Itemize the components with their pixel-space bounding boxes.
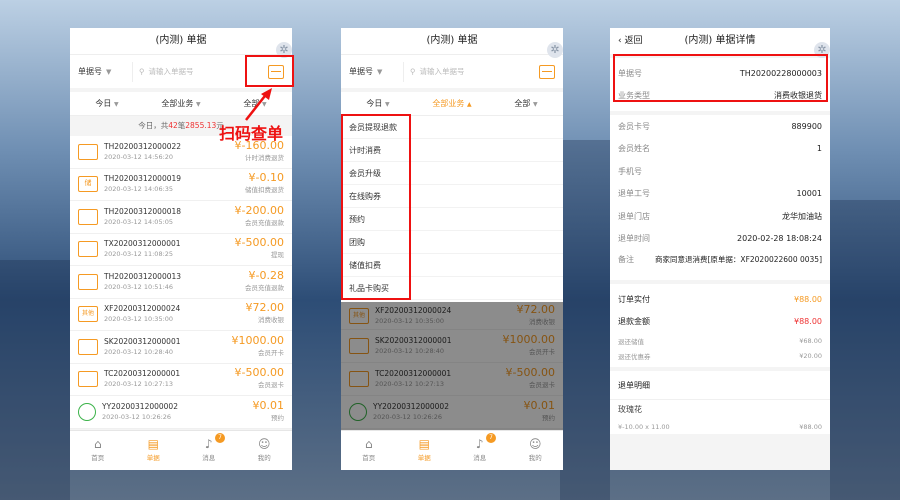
- search-bar: 单据号 ▼ ⚲ 请输入单据号: [341, 54, 563, 88]
- card-icon: [78, 241, 98, 258]
- amount-card: 订单实付 ¥88.00 退款金额 ¥88.00 退还储值 ¥68.00 退还优惠券 ¥2…: [610, 284, 830, 367]
- list-item[interactable]: TH20200312000018 2020-03-12 14:05:05 ¥-200…: [70, 201, 292, 234]
- highlight-box-dropdown: [341, 114, 411, 300]
- message-badge: 7: [215, 433, 225, 443]
- card-icon: [78, 208, 98, 225]
- search-type-select[interactable]: 单据号 ▼: [349, 66, 403, 77]
- filter-business[interactable]: 全部业务 ▲: [415, 98, 489, 109]
- filter-date[interactable]: 今日 ▼: [341, 98, 415, 109]
- search-icon: ⚲: [410, 67, 416, 76]
- field-member-card: 会员卡号 889900: [618, 121, 822, 131]
- background-building: [830, 200, 900, 500]
- field-store: 退单门店 龙华加油站: [618, 211, 822, 221]
- scan-icon[interactable]: [539, 64, 555, 79]
- card-icon: [78, 273, 98, 290]
- field-paid: 订单实付 ¥88.00: [618, 294, 822, 304]
- field-refund-time: 退单时间 2020-02-28 18:08:24: [618, 234, 822, 244]
- tab-bills[interactable]: ▤ 单据: [397, 431, 453, 470]
- home-icon: ⌂: [93, 437, 102, 451]
- list-item[interactable]: YY20200312000002 2020-03-12 10:26:26 ¥0.01…: [70, 396, 292, 429]
- detail-item-line: ¥-10.00 x 11.00 ¥88.00: [618, 422, 822, 431]
- search-icon: ⚲: [139, 67, 145, 76]
- message-badge: 7: [486, 433, 496, 443]
- list-item[interactable]: TH20200312000013 2020-03-12 10:51:46 ¥-0.2…: [70, 266, 292, 299]
- tab-home[interactable]: ⌂ 首页: [341, 431, 397, 470]
- search-input[interactable]: ⚲ 请输入单据号: [403, 61, 539, 82]
- tab-messages[interactable]: ♪ 消息 7: [452, 431, 508, 470]
- user-icon: ☺: [257, 437, 271, 451]
- page-title: (内测) 单据: [341, 28, 563, 54]
- bell-icon: ♪: [475, 437, 484, 451]
- detail-card: 退单明细 玫瑰花 ¥-10.00 x 11.00 ¥88.00: [610, 371, 830, 434]
- tab-mine[interactable]: ☺ 我的: [237, 431, 293, 470]
- page-title: (内测) 单据: [70, 28, 292, 54]
- field-refund: 退款金额 ¥88.00: [618, 317, 822, 327]
- list-item[interactable]: 其他 XF20200312000024 2020-03-12 10:35:00 ¥72…: [70, 299, 292, 331]
- back-button[interactable]: ‹ 返回: [618, 28, 642, 54]
- page-title: (内测) 单据详情: [684, 35, 756, 46]
- highlight-box-scan: [245, 55, 294, 87]
- field-refund-stored: 退还储值 ¥68.00: [618, 336, 822, 346]
- tab-bar: ⌂ 首页 ▤ 单据 ♪ 消息 7 ☺ 我的: [341, 430, 563, 470]
- home-icon: ⌂: [364, 437, 373, 451]
- field-member-name: 会员姓名 1: [618, 144, 822, 154]
- other-icon: 其他: [78, 306, 98, 323]
- annotation-text: 扫码查单: [219, 124, 284, 143]
- header: ‹ 返回 (内测) 单据详情: [610, 28, 830, 54]
- bell-icon: ♪: [204, 437, 213, 451]
- tab-bar: ⌂ 首页 ▤ 单据 ♪ 消息 7 ☺ 我的: [70, 430, 292, 470]
- highlight-box-detail: [613, 54, 828, 102]
- tab-bills[interactable]: ▤ 单据: [126, 431, 182, 470]
- detail-item-name: 玫瑰花: [610, 399, 830, 419]
- card-icon: [78, 338, 98, 355]
- dim-overlay[interactable]: [341, 302, 563, 430]
- list-item[interactable]: SK20200312000001 2020-03-12 10:28:40 ¥1000…: [70, 331, 292, 364]
- list-item[interactable]: TC20200312000001 2020-03-12 10:27:13 ¥-500…: [70, 364, 292, 396]
- field-remark: 备注 商家同意退消费[原单据：XF2020022600 0035]: [618, 255, 822, 264]
- document-icon: ▤: [418, 437, 430, 451]
- stored-value-icon: 储: [78, 176, 98, 193]
- field-refund-coupon: 退还优惠券 ¥20.00: [618, 351, 822, 361]
- chevron-down-icon: ▼: [377, 68, 383, 76]
- list-item[interactable]: TX20200312000001 2020-03-12 11:08:25 ¥-500…: [70, 234, 292, 266]
- bill-list: TH20200312000022 2020-03-12 14:56:20 ¥-160…: [70, 136, 292, 429]
- background-building: [0, 260, 70, 500]
- detail-section-title: 退单明细: [618, 380, 650, 390]
- tab-messages[interactable]: ♪ 消息 7: [181, 431, 237, 470]
- filter-bar: 今日 ▼ 全部业务 ▲ 全部 ▼: [341, 92, 563, 116]
- list-item[interactable]: 储 TH20200312000019 2020-03-12 14:06:35 ¥-0.…: [70, 169, 292, 201]
- chevron-down-icon: ▼: [106, 68, 112, 76]
- search-placeholder: 请输入单据号: [148, 67, 194, 76]
- bill-info-card: 会员卡号 889900 会员姓名 1 手机号 退单工号 10001 退单门店 龙华加油站…: [610, 115, 830, 280]
- field-phone: 手机号: [618, 166, 642, 176]
- filter-date[interactable]: 今日 ▼: [70, 98, 144, 109]
- filter-business[interactable]: 全部业务 ▼: [144, 98, 218, 109]
- tab-mine[interactable]: ☺ 我的: [508, 431, 564, 470]
- card-icon: [78, 371, 98, 388]
- card-icon: [78, 143, 98, 160]
- floating-assist-icon[interactable]: ✲: [547, 42, 563, 58]
- document-icon: ▤: [147, 437, 159, 451]
- tab-home[interactable]: ⌂ 首页: [70, 431, 126, 470]
- wechat-icon: [78, 402, 96, 421]
- search-type-label: 单据号: [78, 67, 102, 76]
- field-staff-no: 退单工号 10001: [618, 189, 822, 199]
- background-building: [560, 140, 610, 500]
- user-icon: ☺: [528, 437, 542, 451]
- search-type-select[interactable]: 单据号 ▼: [78, 66, 132, 77]
- filter-status[interactable]: 全部 ▼: [489, 98, 563, 109]
